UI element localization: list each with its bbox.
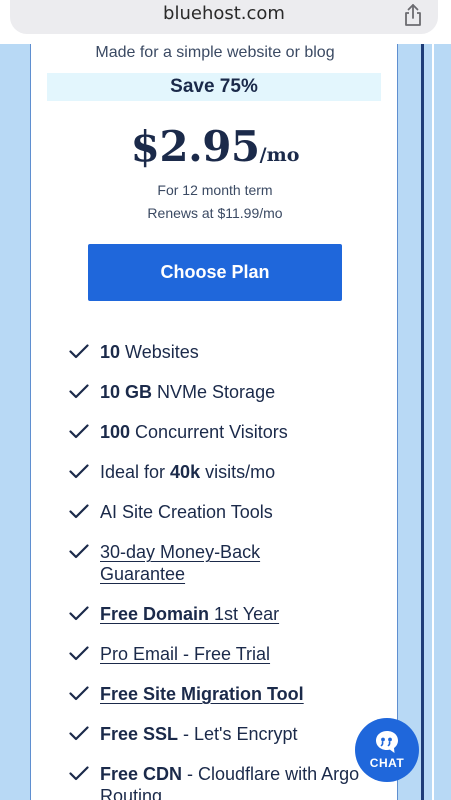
money-back-link[interactable]: 30-day Money-Back Guarantee bbox=[100, 541, 300, 585]
feature-item: 10 Websites bbox=[69, 341, 389, 381]
feature-item: AI Site Creation Tools bbox=[69, 501, 389, 541]
feature-item: Free CDN - Cloudflare with Argo Routing bbox=[69, 763, 389, 800]
feature-list: 10 Websites 10 GB NVMe Storage 100 Concu… bbox=[69, 341, 389, 800]
plan-term: For 12 month term bbox=[157, 182, 273, 198]
share-icon[interactable] bbox=[402, 3, 424, 27]
price-amount: $2.95 bbox=[130, 122, 261, 171]
check-icon bbox=[69, 424, 89, 439]
url-text[interactable]: bluehost.com bbox=[10, 3, 438, 24]
page-background-right bbox=[424, 44, 451, 800]
check-icon bbox=[69, 544, 89, 559]
pricing-card: Made for a simple website or blog Save 7… bbox=[30, 44, 398, 800]
feature-item: 30-day Money-Back Guarantee bbox=[69, 541, 389, 603]
check-icon bbox=[69, 384, 89, 399]
address-bar[interactable]: bluehost.com bbox=[10, 0, 438, 34]
renewal-price: Renews at $11.99/mo bbox=[147, 205, 283, 221]
feature-item: 100 Concurrent Visitors bbox=[69, 421, 389, 461]
feature-item: Free Site Migration Tool bbox=[69, 683, 389, 723]
check-icon bbox=[69, 686, 89, 701]
check-icon bbox=[69, 766, 89, 781]
feature-item: Free SSL - Let's Encrypt bbox=[69, 723, 389, 763]
check-icon bbox=[69, 646, 89, 661]
feature-item: Ideal for 40k visits/mo bbox=[69, 461, 389, 501]
check-icon bbox=[69, 504, 89, 519]
plan-price: $2.95/mo bbox=[31, 122, 399, 171]
browser-toolbar: bluehost.com bbox=[0, 0, 451, 44]
check-icon bbox=[69, 464, 89, 479]
plan-tagline: Made for a simple website or blog bbox=[95, 44, 335, 61]
check-icon bbox=[69, 606, 89, 621]
chat-label: CHAT bbox=[369, 756, 405, 770]
chat-bubble-icon bbox=[376, 731, 398, 753]
check-icon bbox=[69, 344, 89, 359]
price-unit: /mo bbox=[259, 144, 300, 166]
choose-plan-button[interactable]: Choose Plan bbox=[88, 244, 342, 301]
feature-item: 10 GB NVMe Storage bbox=[69, 381, 389, 421]
chat-button[interactable]: CHAT bbox=[355, 718, 419, 782]
save-badge: Save 75% bbox=[47, 73, 381, 101]
page-background-left bbox=[0, 44, 30, 800]
pro-email-link[interactable]: Pro Email - Free Trial bbox=[100, 644, 270, 664]
feature-item: Pro Email - Free Trial bbox=[69, 643, 389, 683]
feature-item: Free Domain 1st Year bbox=[69, 603, 389, 643]
migration-tool-link[interactable]: Free Site Migration Tool bbox=[100, 684, 304, 704]
check-icon bbox=[69, 726, 89, 741]
free-domain-link[interactable]: Free Domain 1st Year bbox=[100, 604, 279, 624]
